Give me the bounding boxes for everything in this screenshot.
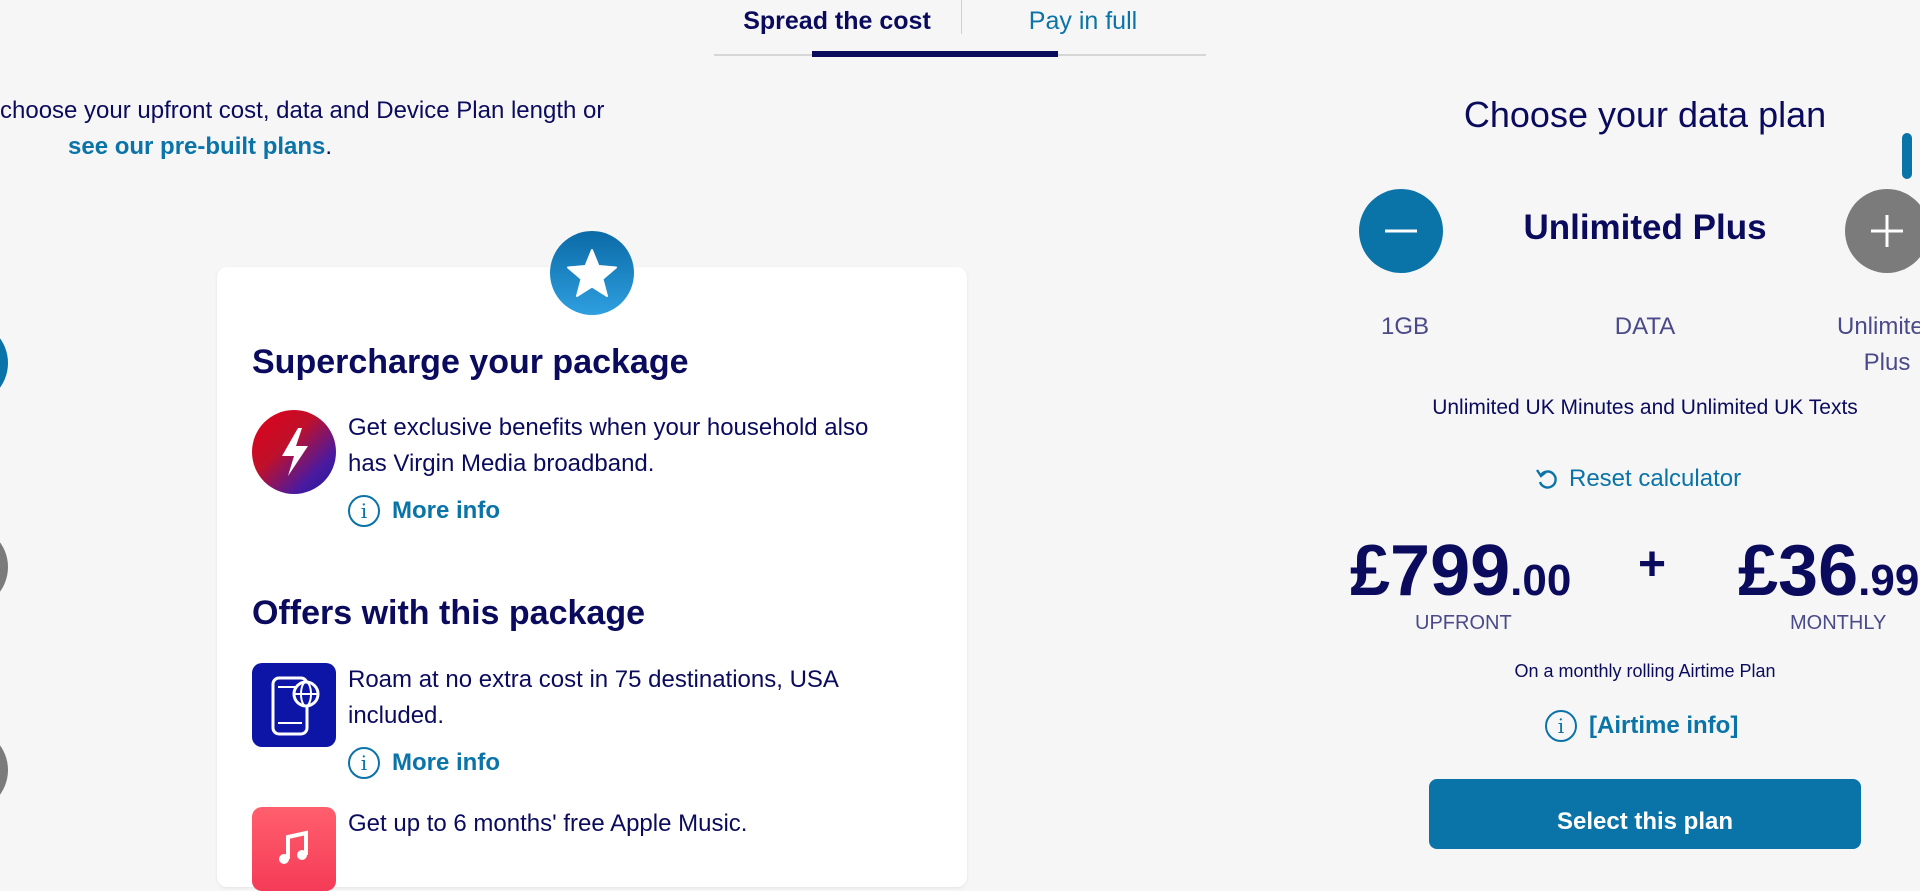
supercharge-heading: Supercharge your package [252, 343, 689, 381]
selected-plan-name: Unlimited Plus [1523, 208, 1767, 247]
step-indicator-active[interactable] [0, 321, 8, 405]
scrollbar-thumb[interactable] [1902, 133, 1912, 179]
price-plus-sign: + [1638, 538, 1667, 591]
info-icon: i [348, 495, 380, 527]
data-scale-label: DATA [1614, 313, 1676, 340]
step-indicator[interactable] [0, 728, 8, 812]
reset-calculator-link[interactable]: Reset calculator [1535, 465, 1755, 493]
more-info-label: More info [392, 749, 500, 776]
more-info-link[interactable]: i More info [348, 495, 500, 527]
monthly-price-whole: £36 [1738, 531, 1859, 611]
intro-link-line: see our pre-built plans. [68, 129, 332, 165]
more-info-link[interactable]: i More info [348, 747, 500, 779]
airtime-info-label: [Airtime info] [1589, 712, 1739, 739]
rolling-plan-note: On a monthly rolling Airtime Plan [1514, 661, 1776, 681]
step-indicator[interactable] [0, 525, 8, 609]
intro-period: . [325, 133, 333, 160]
upfront-price-decimal: .00 [1510, 556, 1572, 605]
tab-pay-in-full[interactable]: Pay in full [968, 4, 1198, 38]
intro-line: choose your upfront cost, data and Devic… [0, 97, 605, 124]
airtime-info-link[interactable]: i [Airtime info] [1545, 710, 1738, 742]
tab-spread-the-cost[interactable]: Spread the cost [720, 4, 954, 38]
broadband-benefit-text: Get exclusive benefits when your househo… [348, 414, 869, 477]
tab-divider [961, 0, 962, 34]
roaming-offer-text: Roam at no extra cost in 75 destinations… [348, 666, 838, 729]
apple-music-offer-text: Get up to 6 months' free Apple Music. [348, 810, 748, 837]
increase-data-button[interactable] [1845, 189, 1920, 273]
plus-icon [1871, 215, 1903, 247]
reset-icon [1536, 469, 1557, 489]
minus-icon [1385, 229, 1417, 233]
monthly-price-decimal: .99 [1858, 556, 1920, 605]
star-icon [550, 231, 634, 315]
music-icon [252, 807, 336, 891]
monthly-price: £36.99 [1738, 535, 1919, 617]
info-icon: i [1545, 710, 1577, 742]
package-benefits-card: Supercharge your package Get exclusive b… [217, 267, 967, 891]
upfront-caption: UPFRONT [1415, 612, 1512, 634]
data-plan-heading: Choose your data plan [1463, 94, 1827, 135]
active-tab-indicator [812, 51, 1058, 57]
data-scale-min-label: 1GB [1380, 313, 1430, 340]
data-scale-max-label: Unlimited Plus [1836, 313, 1920, 376]
upfront-price: £799.00 [1350, 535, 1571, 617]
upfront-price-whole: £799 [1350, 531, 1511, 611]
pre-built-plans-link[interactable]: see our pre-built plans [68, 133, 325, 160]
offers-heading: Offers with this package [252, 594, 645, 632]
info-icon: i [348, 747, 380, 779]
lightning-icon [252, 410, 336, 494]
decrease-data-button[interactable] [1359, 189, 1443, 273]
roaming-phone-icon [252, 663, 336, 747]
monthly-caption: MONTHLY [1790, 612, 1887, 634]
reset-calculator-label: Reset calculator [1569, 465, 1742, 492]
allowance-text: Unlimited UK Minutes and Unlimited UK Te… [1432, 396, 1858, 419]
more-info-label: More info [392, 497, 500, 524]
